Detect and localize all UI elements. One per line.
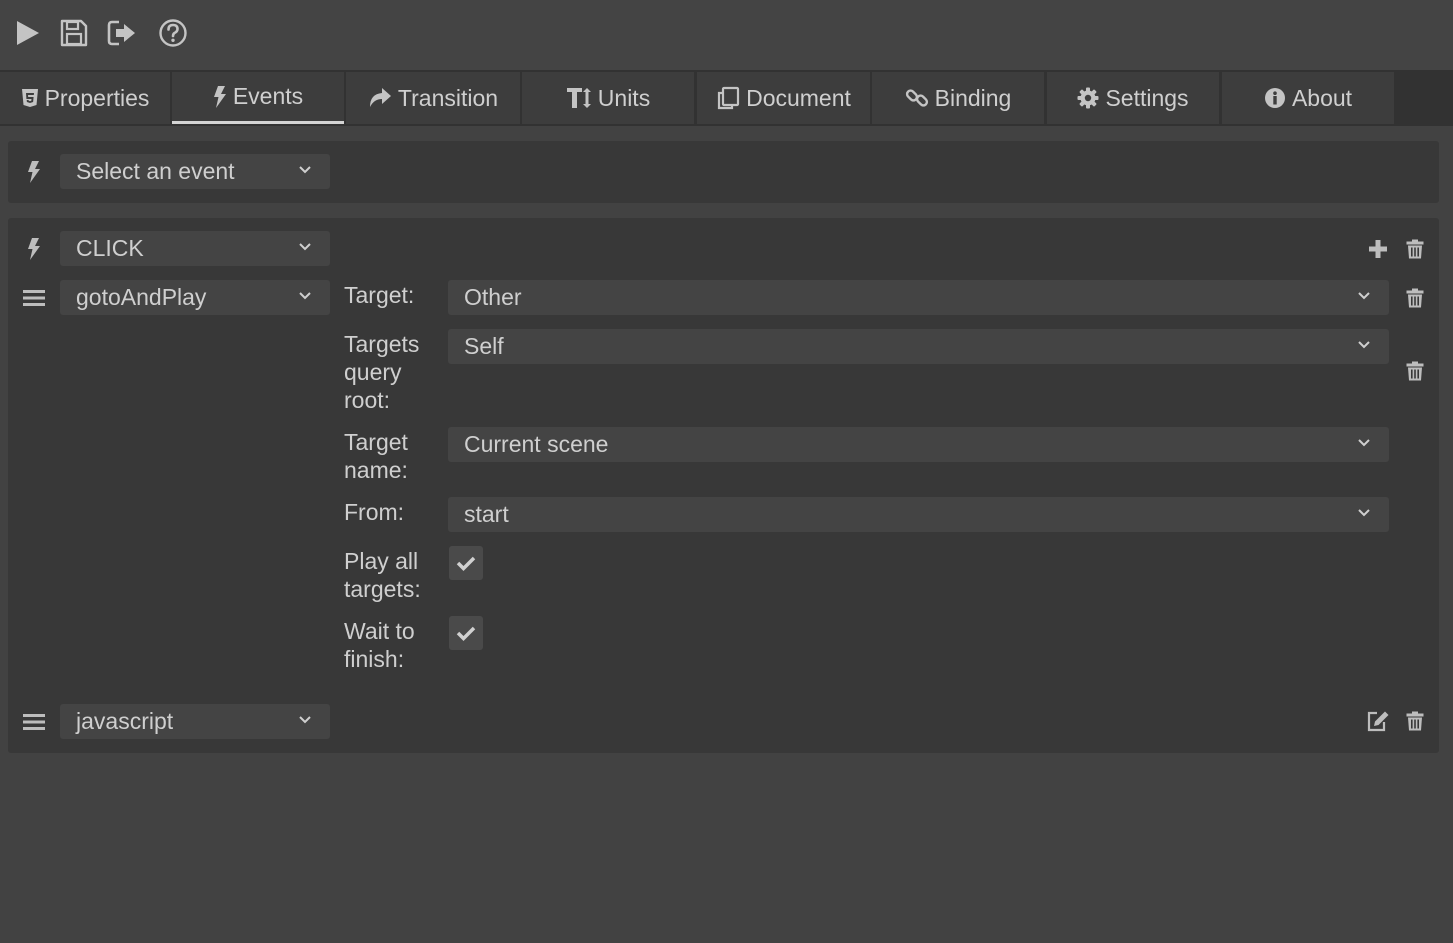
- chevron-down-icon: [299, 243, 311, 251]
- play-button[interactable]: [9, 14, 45, 52]
- chevron-down-icon: [299, 166, 311, 174]
- tab-units[interactable]: Units: [522, 72, 694, 124]
- help-icon: [159, 19, 187, 47]
- html5-icon: [21, 89, 38, 107]
- targets-query-root-select[interactable]: Self: [448, 329, 1389, 364]
- copy-icon: [717, 86, 740, 110]
- bolt-icon: [213, 85, 226, 108]
- wait-to-finish-checkbox[interactable]: [449, 616, 483, 650]
- share-arrow-icon: [369, 88, 391, 107]
- delete-action-button[interactable]: [1402, 708, 1428, 734]
- trash-icon: [1406, 711, 1424, 731]
- tab-label: About: [1291, 84, 1353, 111]
- exit-button[interactable]: [104, 14, 140, 52]
- tab-label: Binding: [934, 84, 1012, 111]
- trash-icon: [1406, 361, 1424, 381]
- add-action-button[interactable]: [1365, 236, 1391, 262]
- event-select[interactable]: Select an event: [60, 154, 330, 189]
- trash-icon: [1406, 239, 1424, 259]
- tab-label: Document: [746, 84, 851, 111]
- bars-icon: [23, 290, 45, 306]
- tab-label: Units: [597, 84, 651, 111]
- chevron-down-icon: [299, 716, 311, 724]
- chevron-down-icon: [1358, 292, 1370, 300]
- tab-properties[interactable]: Properties: [0, 72, 170, 124]
- edit-icon: [1367, 711, 1389, 732]
- event-selector-panel: Select an event: [8, 141, 1439, 203]
- info-icon: [1264, 88, 1285, 108]
- delete-action-button[interactable]: [1402, 285, 1428, 311]
- event-select-value: Select an event: [76, 158, 235, 184]
- action-select[interactable]: javascript: [60, 704, 330, 739]
- tab-label: Events: [232, 83, 304, 109]
- event-type-select[interactable]: CLICK: [60, 231, 330, 266]
- gear-icon: [1077, 87, 1099, 109]
- edit-code-button[interactable]: [1365, 708, 1391, 734]
- save-icon: [60, 19, 88, 47]
- text-height-icon: [566, 88, 591, 108]
- tab-label: Properties: [44, 84, 150, 111]
- tab-label: Transition: [397, 84, 499, 111]
- play-all-targets-label: Play all targets:: [344, 548, 421, 602]
- check-icon: [456, 626, 476, 641]
- tab-about[interactable]: About: [1222, 72, 1394, 124]
- event-type-value: CLICK: [76, 235, 144, 261]
- delete-query-root-button[interactable]: [1402, 358, 1428, 384]
- target-name-label: Target name:: [344, 429, 408, 483]
- targets-query-root-label: Targets query root:: [344, 331, 420, 413]
- trash-icon: [1406, 288, 1424, 308]
- toolbar: [0, 0, 1453, 70]
- tab-events[interactable]: Events: [172, 72, 344, 124]
- targets-query-root-value: Self: [464, 333, 504, 359]
- target-value: Other: [464, 284, 522, 310]
- link-icon: [905, 89, 928, 107]
- exit-icon: [107, 20, 135, 46]
- action-select-value: javascript: [76, 708, 174, 734]
- tab-label: Settings: [1105, 84, 1189, 111]
- help-button[interactable]: [155, 14, 191, 52]
- chevron-down-icon: [1358, 341, 1370, 349]
- play-all-targets-checkbox[interactable]: [449, 546, 483, 580]
- target-name-select[interactable]: Current scene: [448, 427, 1389, 462]
- event-block-panel: CLICK gotoAndPlay Target: Other Targets …: [8, 218, 1439, 753]
- tab-binding[interactable]: Binding: [872, 72, 1044, 124]
- from-select[interactable]: start: [448, 497, 1389, 532]
- tab-settings[interactable]: Settings: [1047, 72, 1219, 124]
- chevron-down-icon: [1358, 509, 1370, 517]
- chevron-down-icon: [299, 292, 311, 300]
- action-select-value: gotoAndPlay: [76, 284, 207, 310]
- plus-icon: [1369, 240, 1387, 258]
- wait-to-finish-label: Wait to finish:: [344, 618, 415, 672]
- tab-transition[interactable]: Transition: [346, 72, 520, 124]
- drag-handle[interactable]: [21, 287, 47, 309]
- action-select[interactable]: gotoAndPlay: [60, 280, 330, 315]
- target-label: Target:: [344, 282, 415, 308]
- tab-document[interactable]: Document: [697, 72, 870, 124]
- target-select[interactable]: Other: [448, 280, 1389, 315]
- target-name-value: Current scene: [464, 431, 609, 457]
- check-icon: [456, 556, 476, 571]
- delete-event-button[interactable]: [1402, 236, 1428, 262]
- play-icon: [17, 21, 39, 45]
- save-button[interactable]: [56, 14, 92, 52]
- from-value: start: [464, 501, 509, 527]
- tab-bar: Properties Events Transition Units Docum…: [0, 70, 1453, 126]
- from-label: From:: [344, 499, 405, 525]
- bars-icon: [23, 714, 45, 730]
- bolt-icon: [24, 237, 44, 261]
- bolt-icon: [24, 160, 44, 184]
- chevron-down-icon: [1358, 439, 1370, 447]
- drag-handle[interactable]: [21, 711, 47, 733]
